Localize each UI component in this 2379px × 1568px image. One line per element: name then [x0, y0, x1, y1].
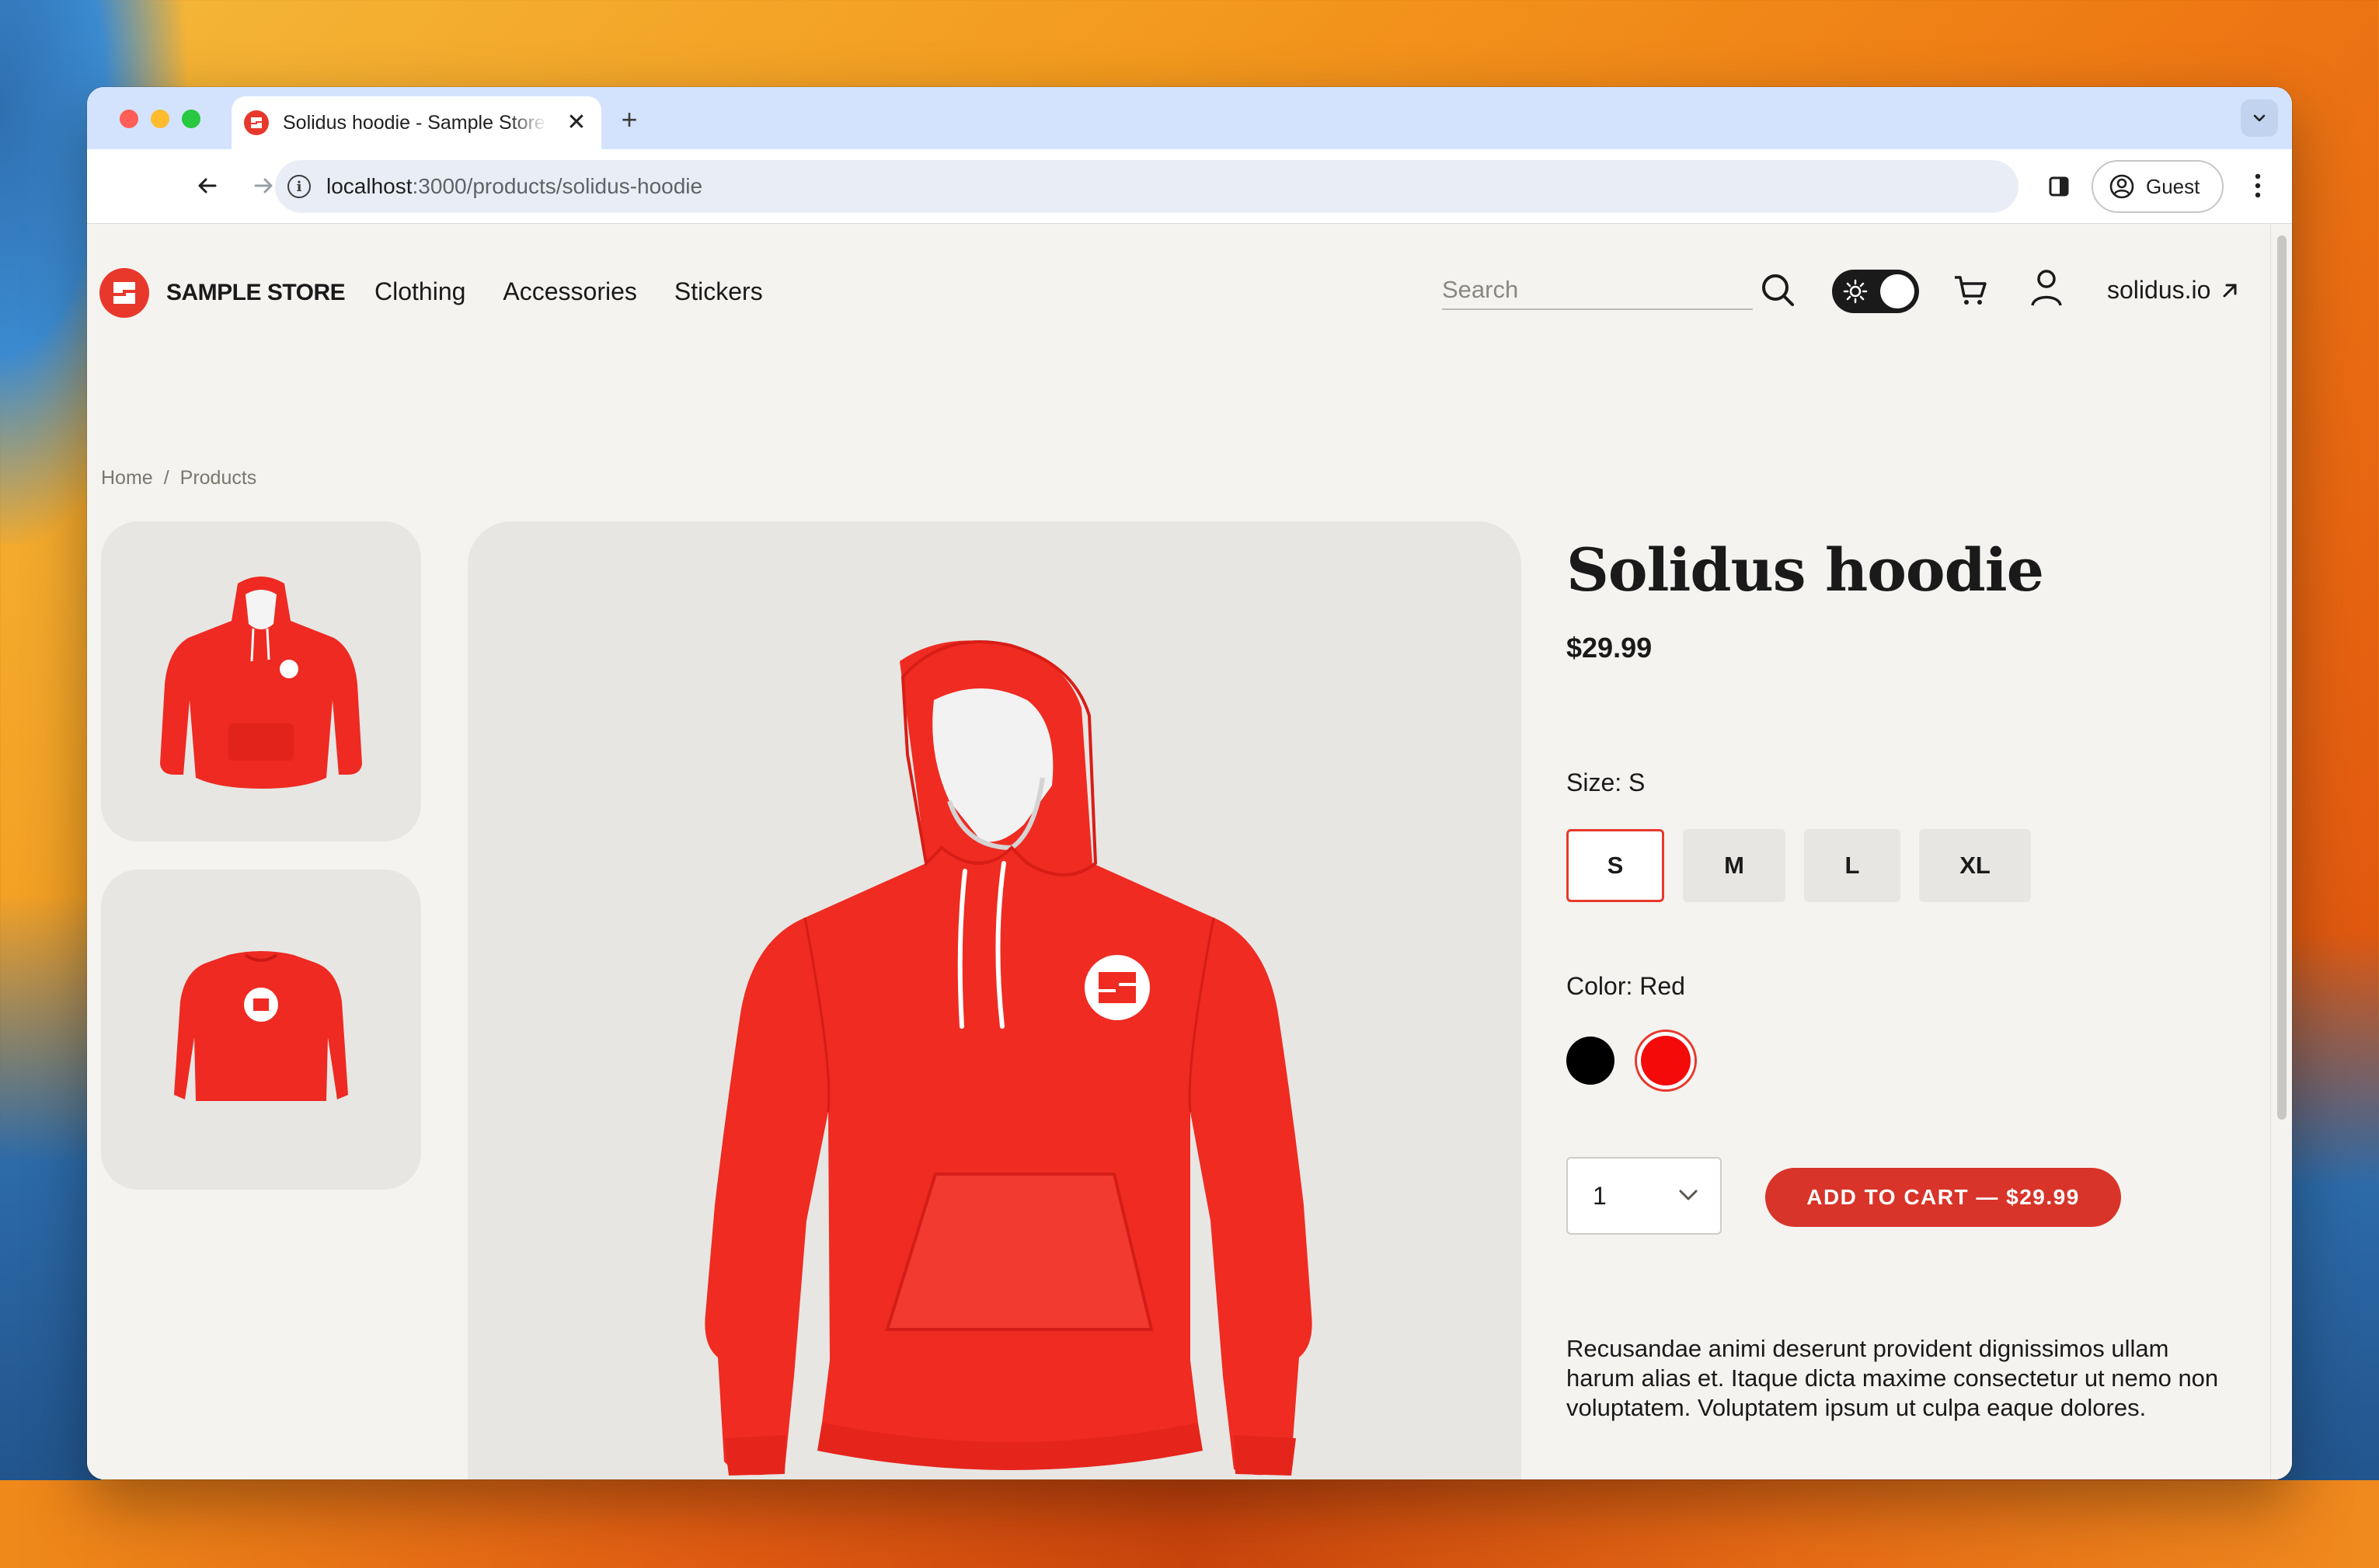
chevron-down-icon	[2253, 114, 2266, 122]
breadcrumb-products[interactable]: Products	[180, 467, 257, 490]
size-option-xl[interactable]: XL	[1919, 829, 2031, 902]
hoodie-back-image	[174, 951, 348, 1101]
minimize-window-button[interactable]	[151, 110, 169, 128]
scrollbar-thumb[interactable]	[2277, 235, 2287, 1120]
product-title: Solidus hoodie	[1566, 535, 2044, 605]
cart-icon[interactable]	[1952, 271, 1989, 308]
arrow-up-right-icon	[2223, 284, 2237, 297]
arrow-left-icon	[198, 178, 217, 193]
url-path: :3000/products/solidus-hoodie	[412, 174, 703, 198]
favicon-icon	[244, 110, 269, 135]
thumbnail-front[interactable]	[101, 521, 421, 841]
theme-toggle[interactable]	[1832, 270, 1919, 313]
sun-icon	[1843, 279, 1868, 304]
breadcrumb: Home / Products	[101, 467, 256, 490]
chevron-down-icon	[1679, 1190, 1698, 1200]
tab-search-button[interactable]	[2241, 99, 2278, 137]
tab-title: Solidus hoodie - Sample Store	[283, 111, 545, 134]
side-panel-icon	[2049, 176, 2069, 197]
maximize-window-button[interactable]	[182, 110, 200, 128]
browser-window: Solidus hoodie - Sample Store ✕ + i loca…	[87, 87, 2292, 1479]
nav-item-accessories[interactable]: Accessories	[503, 277, 637, 306]
store-logo-link[interactable]: SAMPLE STORE	[99, 268, 346, 318]
profile-button[interactable]: Guest	[2092, 160, 2224, 213]
tab-close-icon[interactable]: ✕	[564, 110, 589, 135]
selected-size: S	[1628, 768, 1646, 796]
main-nav: Clothing Accessories Stickers	[374, 277, 763, 306]
search-input[interactable]: Search	[1442, 273, 1753, 310]
store-name: SAMPLE STORE	[166, 280, 346, 305]
add-to-cart-button[interactable]: ADD TO CART — $29.99	[1765, 1168, 2121, 1227]
color-label-text: Color:	[1566, 972, 1633, 1000]
profile-label: Guest	[2146, 174, 2200, 198]
size-label: Size: S	[1566, 768, 1645, 797]
search-icon[interactable]	[1759, 271, 1798, 310]
page-content: SAMPLE STORE Clothing Accessories Sticke…	[87, 225, 2292, 1479]
wallpaper-bottom	[0, 1480, 2379, 1568]
size-label-text: Size:	[1566, 768, 1622, 796]
store-logo-icon	[99, 268, 149, 318]
color-swatch-black[interactable]	[1566, 1037, 1614, 1085]
color-options	[1566, 1030, 1697, 1092]
side-panel-button[interactable]	[2042, 169, 2076, 204]
product-price: $29.99	[1566, 632, 1653, 664]
back-button[interactable]	[188, 166, 227, 205]
solidus-external-link[interactable]: solidus.io	[2107, 276, 2238, 305]
close-window-button[interactable]	[120, 110, 138, 128]
breadcrumb-separator: /	[163, 467, 169, 489]
page-scrollbar[interactable]	[2270, 225, 2292, 1479]
browser-menu-button[interactable]	[2241, 166, 2275, 205]
profile-icon	[2109, 174, 2134, 199]
wallpaper-blue-lower-left	[0, 894, 101, 1568]
color-swatch-red[interactable]	[1635, 1030, 1697, 1092]
quantity-select[interactable]: 1	[1566, 1157, 1722, 1235]
tab-strip: Solidus hoodie - Sample Store ✕ +	[87, 87, 2292, 149]
url-host: localhost	[326, 174, 413, 198]
nav-item-clothing[interactable]: Clothing	[374, 277, 465, 306]
nav-item-stickers[interactable]: Stickers	[674, 277, 763, 306]
site-info-icon[interactable]: i	[287, 175, 311, 198]
size-option-m[interactable]: M	[1683, 829, 1785, 902]
hoodie-front-image	[160, 577, 362, 789]
toggle-knob	[1880, 274, 1914, 308]
selected-color: Red	[1639, 972, 1685, 1000]
quantity-value: 1	[1593, 1181, 1607, 1210]
size-options: S M L XL	[1566, 829, 2031, 902]
main-product-image[interactable]	[468, 521, 1521, 1479]
browser-toolbar: i localhost:3000/products/solidus-hoodie…	[87, 149, 2292, 224]
external-link-label: solidus.io	[2107, 276, 2211, 304]
size-option-s[interactable]: S	[1566, 829, 1664, 902]
thumbnail-back[interactable]	[101, 869, 421, 1190]
arrow-right-icon	[254, 178, 273, 193]
url-text[interactable]: localhost:3000/products/solidus-hoodie	[326, 174, 702, 199]
account-icon[interactable]	[2029, 268, 2064, 308]
hoodie-main-image	[705, 640, 1312, 1476]
wallpaper-blue-right	[2278, 932, 2379, 1568]
breadcrumb-home[interactable]: Home	[101, 467, 153, 490]
size-option-l[interactable]: L	[1804, 829, 1900, 902]
tab-active[interactable]: Solidus hoodie - Sample Store ✕	[232, 96, 601, 149]
address-bar[interactable]: i localhost:3000/products/solidus-hoodie	[275, 160, 2018, 213]
new-tab-button[interactable]: +	[612, 104, 646, 138]
color-label: Color: Red	[1566, 972, 1685, 1001]
more-vertical-icon	[2255, 173, 2261, 198]
product-description: Recusandae animi deserunt provident dign…	[1566, 1335, 2219, 1421]
